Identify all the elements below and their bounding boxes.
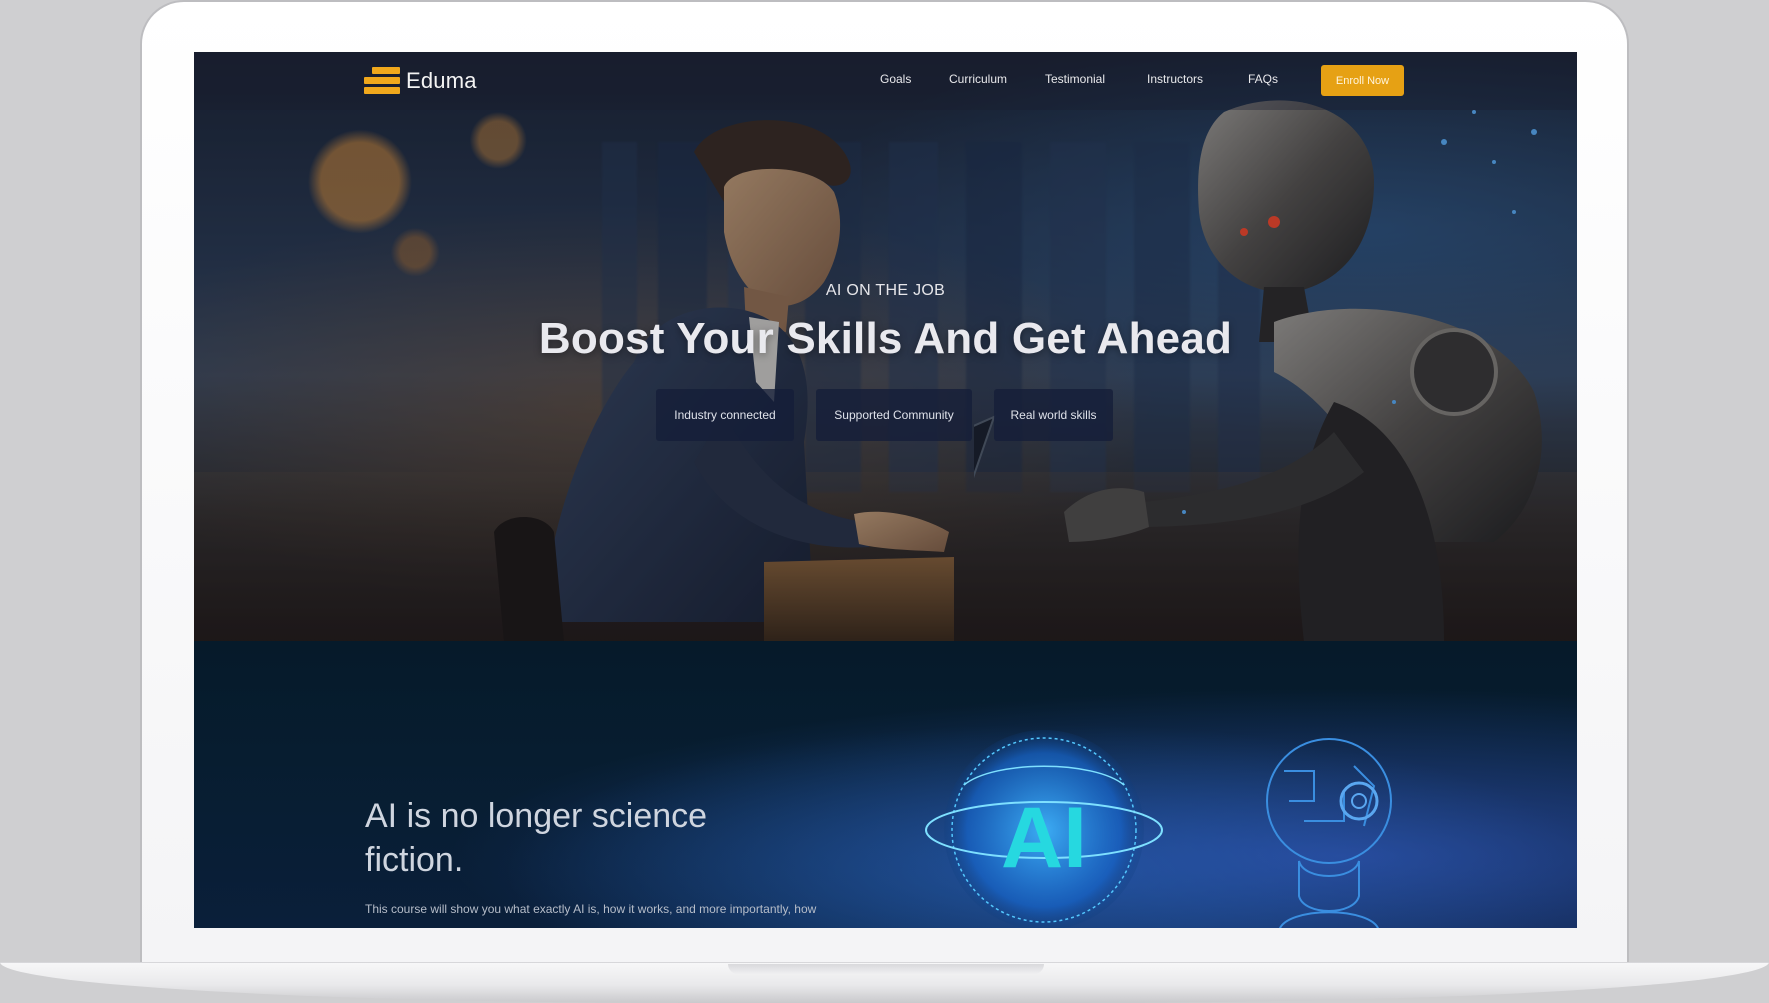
intro-title: AI is no longer science fiction. (365, 797, 708, 879)
logo-mark-icon (364, 67, 400, 95)
ai-globe-graphic: AI (925, 730, 1163, 928)
nav-link-instructors[interactable]: Instructors (1147, 72, 1203, 86)
top-navbar: Eduma Goals Curriculum Testimonial Instr… (194, 52, 1577, 110)
ai-head-graphic (1266, 738, 1392, 928)
enroll-now-button[interactable]: Enroll Now (1321, 65, 1404, 96)
browser-viewport: Eduma Goals Curriculum Testimonial Instr… (194, 52, 1577, 928)
feature-chip-real-world-skills: Real world skills (994, 389, 1113, 441)
nav-link-curriculum[interactable]: Curriculum (949, 72, 1007, 86)
brand-name: Eduma (406, 68, 477, 93)
hero-eyebrow: AI ON THE JOB (825, 282, 946, 299)
hero-title: Boost Your Skills And Get Ahead (538, 314, 1233, 363)
hero-section: Eduma Goals Curriculum Testimonial Instr… (194, 52, 1577, 641)
nav-link-faqs[interactable]: FAQs (1248, 72, 1278, 86)
nav-link-goals[interactable]: Goals (880, 72, 911, 86)
feature-chip-industry-connected: Industry connected (656, 389, 794, 441)
nav-link-testimonial[interactable]: Testimonial (1045, 72, 1105, 86)
svg-text:AI: AI (1001, 790, 1087, 886)
laptop-notch (728, 964, 1044, 974)
brand-logo[interactable]: Eduma (364, 66, 477, 96)
intro-section: AI is no longer science fiction. This co… (194, 641, 1577, 928)
intro-body: This course will show you what exactly A… (365, 902, 817, 916)
feature-chip-supported-community: Supported Community (816, 389, 972, 441)
